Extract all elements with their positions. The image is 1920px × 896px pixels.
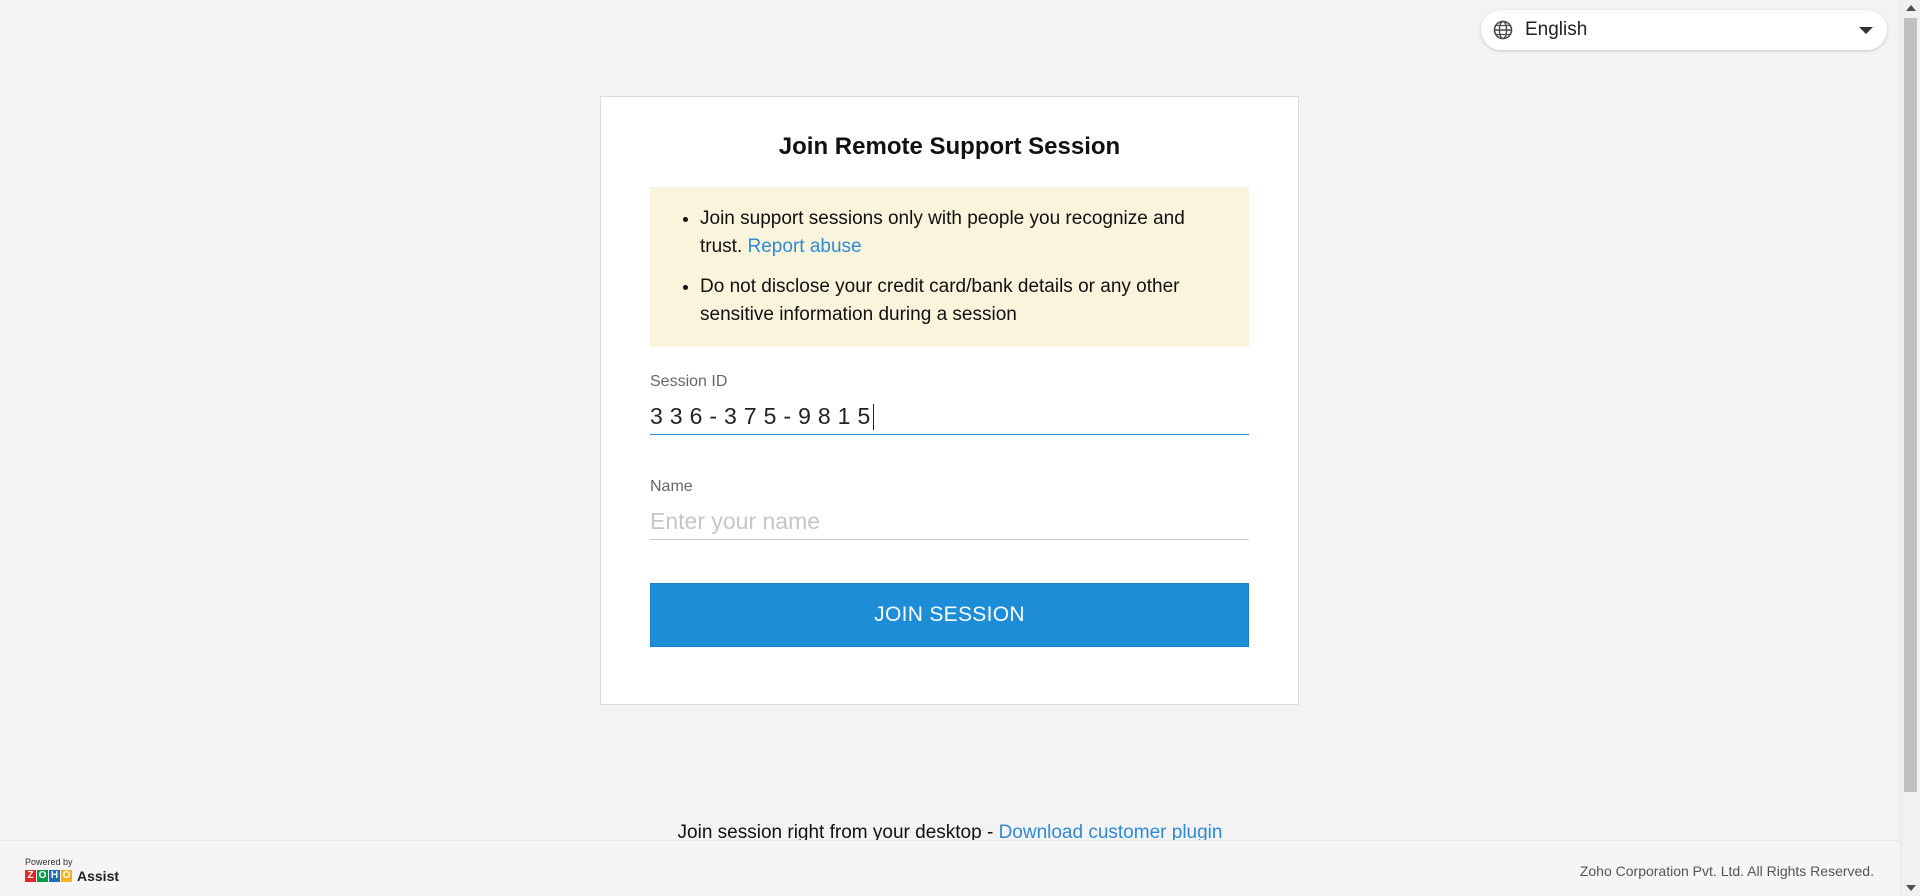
- globe-icon: [1493, 20, 1513, 40]
- text-cursor: [873, 403, 875, 430]
- notice-item-trust: Join support sessions only with people y…: [700, 205, 1209, 261]
- session-id-value: 336-375-9815: [650, 403, 878, 429]
- name-field: Name: [650, 478, 1249, 540]
- zoho-assist-logo: Z O H O Assist: [25, 868, 119, 884]
- footer: Powered by Z O H O Assist Zoho Corporati…: [0, 840, 1900, 896]
- scroll-up-icon[interactable]: [1906, 5, 1916, 11]
- session-id-field: Session ID 336-375-9815: [650, 373, 1249, 435]
- copyright-text: Zoho Corporation Pvt. Ltd. All Rights Re…: [1579, 863, 1874, 879]
- product-name: Assist: [77, 868, 120, 884]
- powered-by-label: Powered by: [25, 857, 73, 867]
- logo-letter: Z: [25, 870, 36, 882]
- logo-letter: O: [37, 870, 48, 882]
- name-input[interactable]: [650, 504, 1249, 540]
- chevron-down-icon: [1859, 26, 1873, 34]
- language-label: English: [1525, 19, 1588, 40]
- notice-item-disclose: Do not disclose your credit card/bank de…: [700, 273, 1209, 329]
- join-session-button[interactable]: JOIN SESSION: [650, 583, 1249, 647]
- logo-letter: O: [61, 870, 72, 882]
- join-session-card: Join Remote Support Session Join support…: [600, 96, 1299, 705]
- security-notice: Join support sessions only with people y…: [650, 187, 1249, 347]
- vertical-scrollbar[interactable]: [1900, 0, 1920, 896]
- zoho-logo: Z O H O: [25, 870, 72, 882]
- logo-letter: H: [49, 870, 60, 882]
- report-abuse-link[interactable]: Report abuse: [748, 236, 862, 257]
- language-selector[interactable]: English: [1481, 10, 1887, 50]
- scroll-down-icon[interactable]: [1906, 885, 1916, 891]
- page-title: Join Remote Support Session: [778, 133, 1121, 160]
- session-id-label: Session ID: [650, 373, 728, 390]
- scrollbar-thumb[interactable]: [1904, 18, 1917, 792]
- session-id-input[interactable]: 336-375-9815: [650, 399, 1249, 435]
- name-label: Name: [650, 478, 693, 495]
